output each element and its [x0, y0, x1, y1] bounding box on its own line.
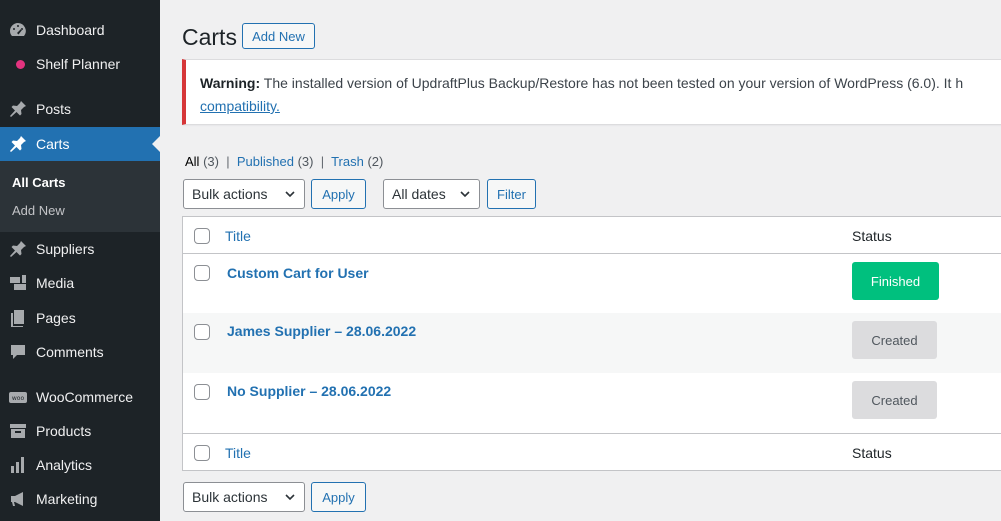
status-badge: Created — [852, 321, 937, 359]
menu-item-products[interactable]: Products — [0, 414, 160, 448]
media-icon — [0, 273, 36, 293]
archive-icon — [0, 421, 36, 441]
row-title-link[interactable]: James Supplier – 28.06.2022 — [227, 323, 416, 339]
submenu-all-carts[interactable]: All Carts — [12, 175, 65, 190]
menu-item-shelf-planner[interactable]: Shelf Planner — [0, 47, 160, 81]
bulk-actions-select-top[interactable]: Bulk actions — [183, 179, 305, 209]
notice-text: The installed version of UpdraftPlus Bac… — [260, 75, 964, 91]
menu-item-posts[interactable]: Posts — [0, 92, 160, 126]
pin-icon — [0, 99, 36, 119]
view-trash[interactable]: Trash — [331, 154, 364, 169]
admin-sidebar: Dashboard Shelf Planner Posts Carts All … — [0, 0, 160, 521]
table-header: Title Status — [183, 217, 1001, 254]
menu-item-marketing[interactable]: Marketing — [0, 482, 160, 516]
menu-item-analytics[interactable]: Analytics — [0, 448, 160, 482]
menu-item-pages[interactable]: Pages — [0, 301, 160, 335]
warning-notice: Warning: The installed version of Updraf… — [182, 59, 1001, 125]
svg-text:woo: woo — [12, 395, 25, 402]
row-checkbox[interactable] — [194, 384, 210, 400]
status-badge: Created — [852, 381, 937, 419]
table-row: Custom Cart for User Finished — [183, 254, 1001, 313]
date-filter-select[interactable]: All dates — [383, 179, 480, 209]
apply-button-top[interactable]: Apply — [311, 179, 366, 209]
apply-button-bottom[interactable]: Apply — [311, 482, 366, 512]
dashboard-icon — [0, 20, 36, 40]
column-title-sort-footer[interactable]: Title — [225, 445, 251, 461]
column-status: Status — [852, 228, 892, 244]
table-row: No Supplier – 28.06.2022 Created — [183, 373, 1001, 433]
notice-label: Warning: — [200, 75, 261, 91]
column-title-sort[interactable]: Title — [225, 228, 251, 244]
pin-icon — [0, 134, 36, 154]
select-all-checkbox[interactable] — [194, 228, 210, 244]
status-views: All (3) | Published (3) | Trash (2) — [185, 154, 384, 169]
filter-button[interactable]: Filter — [487, 179, 536, 209]
carts-table: Title Status Custom Cart for User Finish… — [182, 216, 1001, 471]
comments-icon — [0, 342, 36, 362]
bar-chart-icon — [0, 455, 36, 475]
view-published[interactable]: Published — [237, 154, 294, 169]
row-title-link[interactable]: Custom Cart for User — [227, 265, 369, 281]
row-title-link[interactable]: No Supplier – 28.06.2022 — [227, 383, 391, 399]
megaphone-icon — [0, 489, 36, 509]
menu-item-media[interactable]: Media — [0, 266, 160, 300]
chevron-down-icon — [285, 191, 295, 198]
menu-item-woocommerce[interactable]: woo WooCommerce — [0, 380, 160, 414]
chevron-down-icon — [285, 494, 295, 501]
pages-icon — [0, 308, 36, 328]
carts-submenu: All Carts Add New — [0, 161, 160, 232]
row-checkbox[interactable] — [194, 324, 210, 340]
menu-item-comments[interactable]: Comments — [0, 335, 160, 369]
woo-icon: woo — [0, 387, 36, 407]
status-badge: Finished — [852, 262, 939, 300]
dot-icon — [0, 59, 36, 69]
add-new-button[interactable]: Add New — [242, 23, 315, 49]
submenu-add-new[interactable]: Add New — [12, 203, 65, 218]
page-title: Carts — [182, 24, 237, 50]
row-checkbox[interactable] — [194, 265, 210, 281]
table-row: James Supplier – 28.06.2022 Created — [183, 313, 1001, 373]
compatibility-link[interactable]: compatibility. — [200, 98, 280, 114]
menu-item-dashboard[interactable]: Dashboard — [0, 13, 160, 47]
select-all-checkbox-footer[interactable] — [194, 445, 210, 461]
column-status-footer: Status — [852, 445, 892, 461]
chevron-down-icon — [460, 191, 470, 198]
menu-item-suppliers[interactable]: Suppliers — [0, 232, 160, 266]
menu-item-carts[interactable]: Carts — [0, 127, 160, 161]
bulk-actions-select-bottom[interactable]: Bulk actions — [183, 482, 305, 512]
view-all[interactable]: All — [185, 154, 199, 169]
pin-icon — [0, 239, 36, 259]
table-footer: Title Status — [183, 433, 1001, 471]
